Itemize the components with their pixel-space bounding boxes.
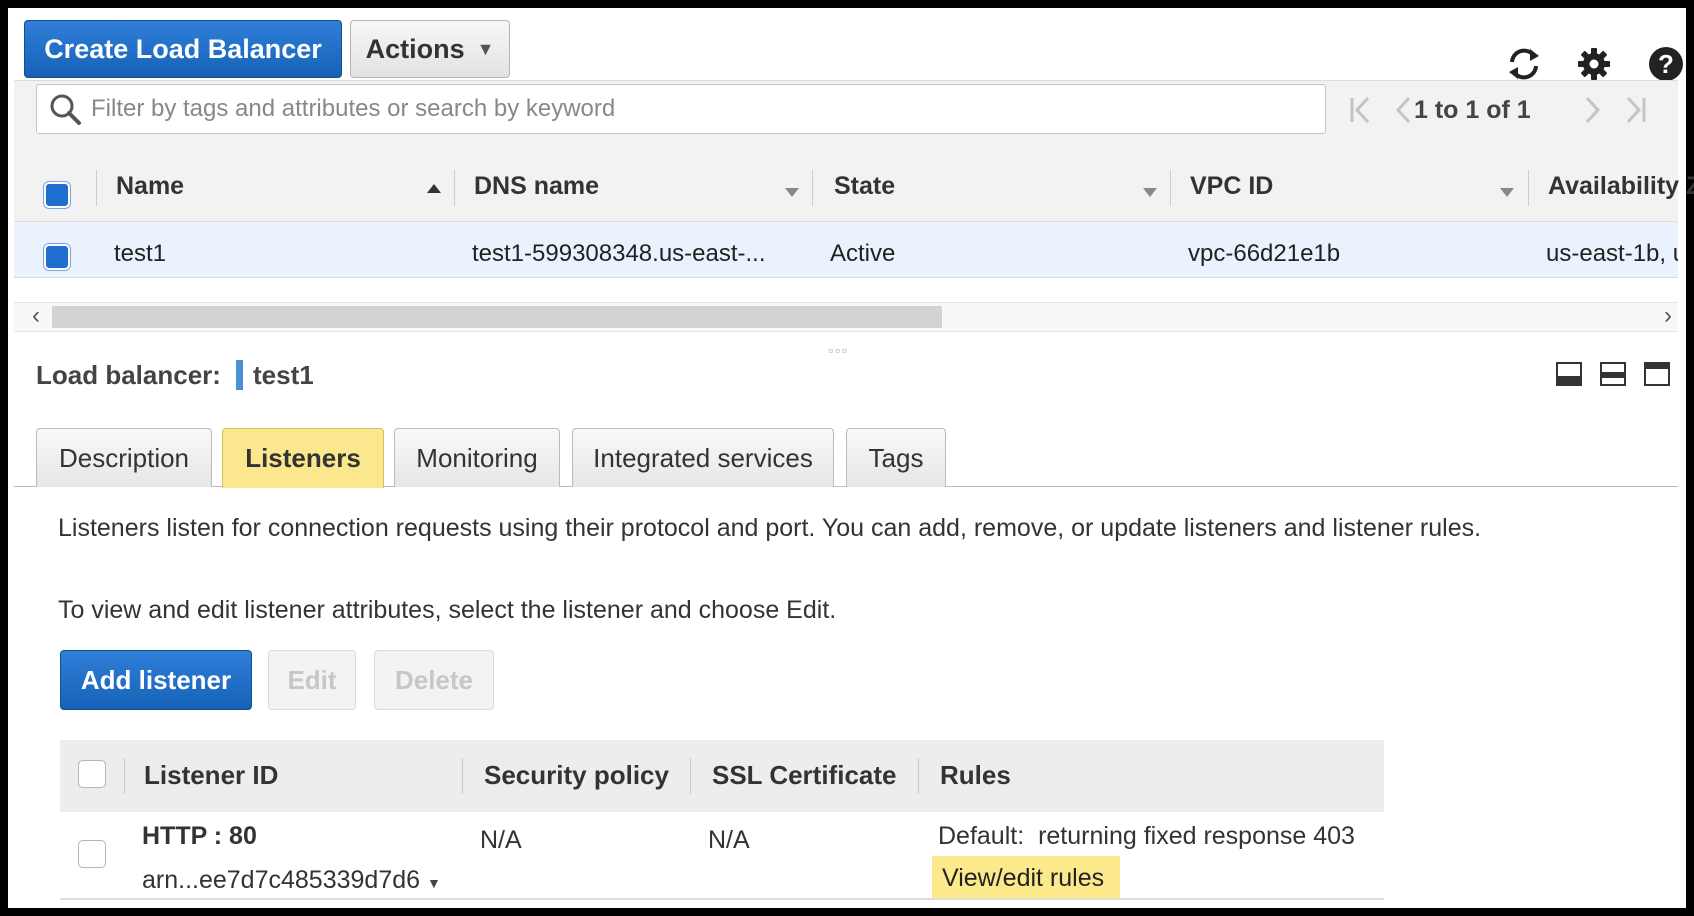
row-dns: test1-599308348.us-east-... — [472, 240, 766, 267]
rule-text: returning fixed response 403 — [1038, 822, 1355, 850]
detail-name: test1 — [253, 360, 314, 390]
column-header-rules: Rules — [940, 760, 1011, 790]
column-divider — [124, 758, 125, 794]
scroll-left-icon[interactable]: ‹ — [32, 302, 40, 330]
row-state: Active — [830, 240, 896, 267]
pane-minimize-icon[interactable] — [1556, 362, 1582, 386]
column-divider — [1170, 170, 1171, 206]
tab-listeners[interactable]: Listeners — [222, 428, 384, 488]
scroll-right-icon[interactable]: › — [1664, 302, 1672, 330]
pagination-label: 1 to 1 of 1 — [1414, 96, 1531, 124]
listeners-table-bottom-border — [60, 898, 1384, 900]
tab-description[interactable]: Description — [36, 428, 212, 487]
search-box[interactable] — [36, 84, 1326, 134]
listener-arn-text: arn...ee7d7c485339d7d6 — [142, 866, 421, 894]
listeners-select-all-checkbox[interactable] — [78, 760, 106, 788]
column-header-state[interactable]: State — [834, 172, 895, 201]
row-name: test1 — [114, 240, 167, 267]
column-divider — [462, 758, 463, 794]
listener-security-policy: N/A — [480, 826, 522, 854]
tab-integrated-services[interactable]: Integrated services — [572, 428, 834, 487]
sort-ascending-icon[interactable] — [427, 184, 441, 193]
search-icon — [50, 94, 81, 125]
gear-icon[interactable] — [1574, 44, 1614, 84]
pane-maximize-icon[interactable] — [1644, 362, 1670, 386]
column-divider — [690, 758, 691, 794]
first-page-icon[interactable] — [1348, 92, 1374, 128]
listeners-hint: To view and edit listener attributes, se… — [58, 596, 837, 624]
listener-default-rule: Default: returning fixed response 403 — [938, 822, 1355, 851]
column-header-az[interactable]: Availability Z — [1548, 172, 1694, 201]
column-divider — [918, 758, 919, 794]
scrollbar-thumb[interactable] — [52, 306, 942, 328]
sort-icon[interactable] — [1500, 188, 1514, 197]
view-edit-rules-link[interactable]: View/edit rules — [942, 864, 1104, 893]
listener-row-checkbox[interactable] — [78, 840, 106, 868]
row-checkbox[interactable] — [44, 244, 70, 270]
listeners-intro: Listeners listen for connection requests… — [58, 514, 1482, 542]
row-vpc: vpc-66d21e1b — [1188, 240, 1341, 267]
listener-ssl-certificate: N/A — [708, 826, 750, 854]
previous-page-icon[interactable] — [1392, 92, 1414, 128]
search-input[interactable] — [91, 95, 1291, 123]
rule-prefix: Default: — [938, 822, 1025, 850]
column-divider — [1528, 170, 1529, 206]
create-load-balancer-button[interactable]: Create Load Balancer — [24, 20, 342, 78]
svg-text:?: ? — [1658, 49, 1674, 79]
detail-accent-bar — [236, 360, 243, 390]
column-header-vpc[interactable]: VPC ID — [1190, 172, 1273, 201]
tab-monitoring[interactable]: Monitoring — [394, 428, 560, 487]
next-page-icon[interactable] — [1582, 92, 1604, 128]
column-header-listener-id: Listener ID — [144, 760, 279, 790]
actions-button[interactable]: Actions ▼ — [350, 20, 510, 78]
column-divider — [96, 170, 97, 206]
help-icon[interactable]: ? — [1646, 44, 1686, 84]
column-divider — [454, 170, 455, 206]
column-header-dns[interactable]: DNS name — [474, 172, 599, 201]
row-az: us-east-1b, u — [1546, 240, 1678, 267]
resize-grip-icon[interactable]: ▫▫▫ — [828, 342, 849, 358]
column-divider — [812, 170, 813, 206]
chevron-down-icon[interactable]: ▼ — [427, 875, 441, 891]
edit-button[interactable]: Edit — [268, 650, 356, 710]
chevron-down-icon: ▼ — [476, 38, 495, 59]
column-header-ssl-certificate: SSL Certificate — [712, 760, 897, 790]
last-page-icon[interactable] — [1622, 92, 1648, 128]
actions-label: Actions — [365, 33, 465, 64]
listener-protocol: HTTP : 80 — [142, 822, 257, 850]
delete-button[interactable]: Delete — [374, 650, 494, 710]
listener-arn[interactable]: arn...ee7d7c485339d7d6 ▼ — [142, 866, 441, 895]
sort-icon[interactable] — [785, 188, 799, 197]
detail-label: Load balancer: — [36, 360, 221, 390]
add-listener-button[interactable]: Add listener — [60, 650, 252, 710]
refresh-icon[interactable] — [1504, 44, 1544, 84]
column-header-security-policy: Security policy — [484, 760, 669, 790]
pane-half-icon[interactable] — [1600, 362, 1626, 386]
sort-icon[interactable] — [1143, 188, 1157, 197]
column-header-name[interactable]: Name — [116, 172, 184, 201]
tab-tags[interactable]: Tags — [846, 428, 946, 487]
select-all-checkbox[interactable] — [44, 182, 70, 208]
